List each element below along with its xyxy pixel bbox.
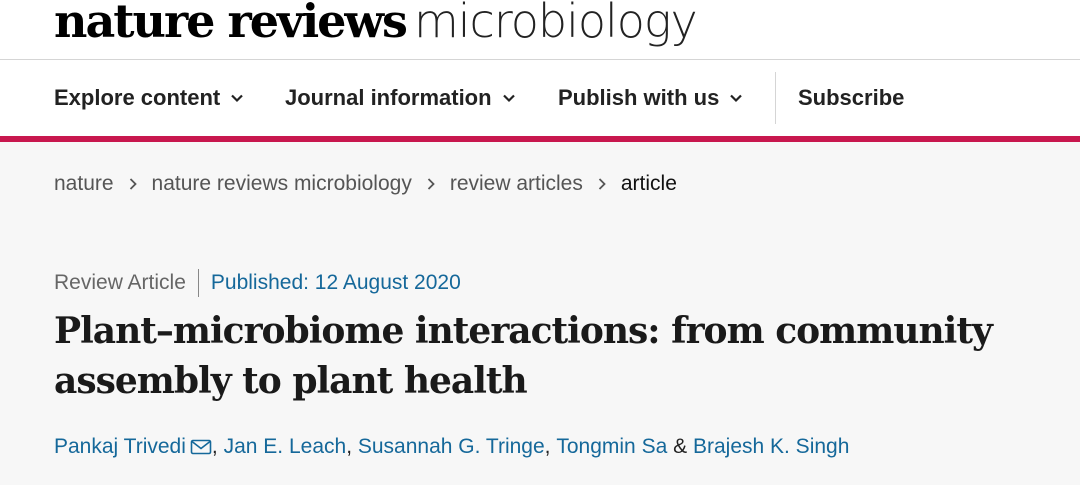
breadcrumb: nature nature reviews microbiology revie… [54, 170, 677, 198]
breadcrumb-journal[interactable]: nature reviews microbiology [152, 172, 412, 196]
chevron-right-icon [129, 178, 137, 190]
author-ampersand: & [673, 435, 688, 458]
nav-separator [775, 72, 776, 124]
breadcrumb-nature[interactable]: nature [54, 172, 114, 196]
author-link[interactable]: Susannah G. Tringe [358, 435, 545, 459]
nav-journal-information-label: Journal information [285, 85, 492, 110]
chevron-right-icon [598, 178, 606, 190]
main-nav: Explore content Journal information Publ… [0, 60, 1080, 136]
article-title: Plant–microbiome interactions: from comm… [54, 306, 1044, 406]
nav-publish-with-us-label: Publish with us [558, 85, 720, 110]
logo-light-text: microbiology [413, 0, 698, 48]
author-separator: , [211, 435, 218, 458]
logo-bold-text: nature reviews [54, 0, 408, 48]
article-header: nature nature reviews microbiology revie… [0, 142, 1080, 485]
chevron-down-icon [730, 94, 743, 103]
nav-publish-with-us[interactable]: Publish with us [558, 60, 743, 136]
author-separator: , [346, 435, 353, 458]
author-link[interactable]: Pankaj Trivedi [54, 435, 186, 459]
nav-subscribe-label: Subscribe [798, 85, 905, 110]
nav-explore-content-label: Explore content [54, 85, 221, 110]
publication-date: Published: 12 August 2020 [210, 271, 461, 294]
author-link[interactable]: Jan E. Leach [224, 435, 347, 459]
author-link[interactable]: Tongmin Sa [556, 435, 667, 459]
meta-divider [197, 269, 199, 297]
nav-explore-content[interactable]: Explore content [54, 60, 244, 136]
author-separator: , [544, 435, 551, 458]
chevron-down-icon [231, 94, 244, 103]
article-meta: Review Article Published: 12 August 2020 [54, 268, 461, 298]
chevron-down-icon [502, 94, 515, 103]
mail-icon[interactable] [190, 438, 212, 456]
brand-header: nature reviews microbiology [0, 0, 1080, 60]
nav-journal-information[interactable]: Journal information [285, 60, 516, 136]
article-type: Review Article [54, 271, 186, 294]
author-link[interactable]: Brajesh K. Singh [693, 435, 849, 459]
chevron-right-icon [427, 178, 435, 190]
article-title-line2: assembly to plant health [54, 360, 528, 402]
breadcrumb-current-article: article [620, 172, 677, 195]
nav-subscribe[interactable]: Subscribe [798, 60, 904, 136]
breadcrumb-review-articles[interactable]: review articles [450, 172, 583, 196]
article-title-line1: Plant–microbiome interactions: from comm… [54, 310, 993, 352]
journal-logo[interactable]: nature reviews microbiology [54, 0, 698, 50]
author-list: Pankaj Trivedi , Jan E. Leach , Susannah… [54, 432, 849, 462]
